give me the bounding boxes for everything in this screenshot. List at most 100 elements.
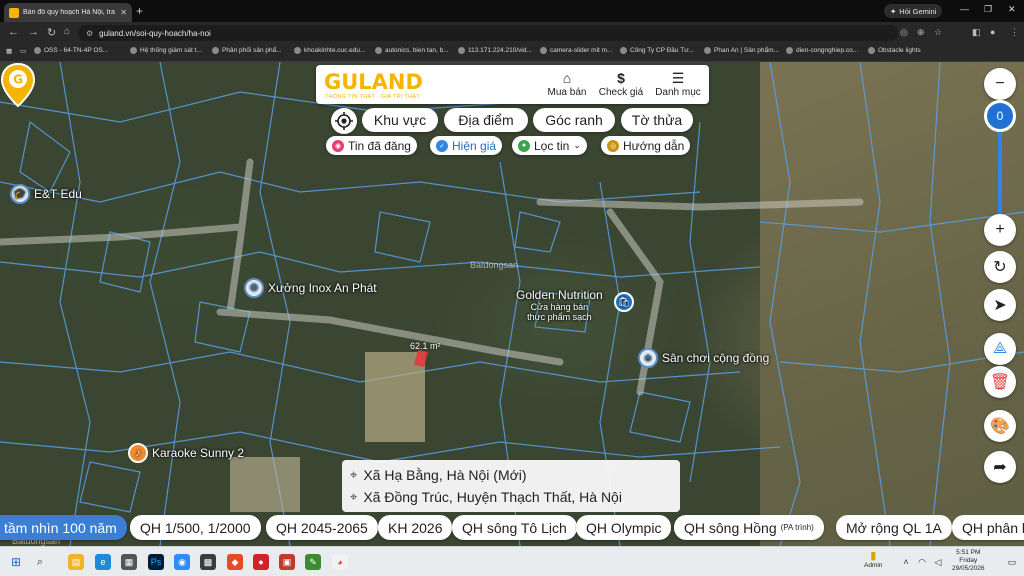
tray-chevron-icon[interactable]: ˄ [898,554,914,570]
app-icon[interactable]: ● [253,554,269,570]
poi-san-choi[interactable]: ♣ Sân chơi cộng đồng [638,348,769,368]
more-menu-icon[interactable]: ⋮ [1010,27,1019,38]
bookmark-item[interactable]: 113.171.224.210/vid... [458,47,532,54]
apps-icon[interactable]: ▦ [6,47,12,55]
plan-olympic[interactable]: QH Olympic [576,515,672,540]
filter-hien-gia[interactable]: ✓ Hiện giá [430,136,503,155]
zoom-out-button[interactable]: − [984,68,1016,100]
refresh-button[interactable]: ↻ [984,251,1016,283]
app-icon[interactable]: ▦ [121,554,137,570]
poi-karaoke[interactable]: ♪ Karaoke Sunny 2 [128,443,244,463]
share-button[interactable]: ➦ [984,451,1016,483]
location-pin-icon[interactable]: G [0,62,36,108]
gemini-button[interactable]: ✦ Hỏi Gemini [884,4,943,18]
bookmark-item[interactable]: Phan An | Sản phẩm... [704,47,779,54]
poi-shop-marker[interactable]: 🛍 [614,292,634,312]
filter-icon: ● [518,139,530,152]
delete-button[interactable]: 🗑 [984,366,1016,398]
bookmark-item[interactable]: Obstacle lights [868,47,921,54]
photoshop-icon[interactable]: Ps [148,554,164,570]
restore-icon[interactable]: ❐ [984,4,992,15]
search-icon[interactable]: ⌕ [32,554,48,570]
browser-tab[interactable]: Bản đồ quy hoạch Hà Nội, tra c... ✕ [4,3,132,22]
bookmark-item[interactable]: autonics, bien tan, b... [375,47,449,54]
tab-dia-diem[interactable]: Địa điểm [444,108,528,132]
bookmark-item[interactable]: khoakinhte.cuc.edu... [294,47,365,54]
filter-tin-da-dang[interactable]: ◉ Tin đã đăng [326,136,417,155]
app-icon[interactable]: ✎ [305,554,321,570]
zoom-slider-knob[interactable]: 0 [984,100,1016,132]
notification-icon[interactable]: ▭ [1004,554,1020,570]
bookmark-item[interactable]: camera-slider mit m... [540,47,612,54]
park-icon: ♣ [638,348,658,368]
microphone-icon: ♪ [128,443,148,463]
site-info-icon[interactable]: ⚙ [86,29,93,38]
close-window-icon[interactable]: ✕ [1008,4,1016,15]
factory-icon: ⚙ [244,278,264,298]
bookmark-star-icon[interactable]: ☆ [934,27,942,38]
nav-danh-muc[interactable]: ☰ Danh mục [652,70,704,98]
minimize-icon[interactable]: — [960,4,969,14]
tab-to-thua[interactable]: Tờ thửa [621,108,693,132]
close-tab-icon[interactable]: ✕ [120,8,127,17]
zoom-slider-track[interactable] [998,118,1002,218]
nav-check-gia[interactable]: $ Check giá [595,70,647,98]
map-pin-icon: ⌖ [350,489,358,504]
zoom-app-icon[interactable]: ◉ [174,554,190,570]
back-icon[interactable]: ← [8,26,19,38]
system-clock[interactable]: 5:51 PM Friday 29/05/2026 [952,549,985,573]
tab-khu-vuc[interactable]: Khu vực [362,108,438,132]
eye-off-icon[interactable]: ◎ [900,27,908,38]
app-icon[interactable]: ◆ [227,554,243,570]
guland-header: GULAND THÔNG TIN THẬT - GIÁ TRỊ THẬT ⌂ M… [316,65,709,104]
filter-huong-dan[interactable]: ◎ Hướng dẫn [601,136,691,155]
bookmark-item[interactable]: Hệ thống giám sát t... [130,47,202,54]
plan-qh-phan-lo[interactable]: QH phân l [952,515,1024,540]
extensions-icon[interactable]: ◧ [972,27,981,38]
folder-icon[interactable]: ▭ [20,47,26,55]
plan-song-to-lich[interactable]: QH sông Tô Lịch [452,515,577,540]
file-explorer-icon[interactable]: ▤ [68,554,84,570]
measure-button[interactable]: ⟁ [984,333,1016,365]
edge-icon[interactable]: e [95,554,111,570]
chrome-icon[interactable]: ◕ [332,554,348,570]
chevron-down-icon: ⌄ [573,140,581,150]
filter-loc-tin[interactable]: ● Lọc tin ⌄ [512,136,587,155]
bookmark-item[interactable]: Công Ty CP Đầu Tư... [620,47,694,54]
calculator-icon[interactable]: ▩ [200,554,216,570]
map-pin-icon: ⌖ [350,467,358,482]
plan-mo-rong-ql1a[interactable]: Mở rộng QL 1A [836,515,952,540]
zoom-in-button[interactable]: + [984,214,1016,246]
profile-icon[interactable]: ● [990,27,995,37]
plan-song-hong[interactable]: QH sông Hồng (PA trình) [674,515,824,540]
address-bar[interactable]: ⚙ guland.vn/soi-quy-hoach/ha-noi [78,25,898,41]
poi-xuong-inox[interactable]: ⚙ Xưởng Inox An Phát [244,278,377,298]
plan-qh-1-500[interactable]: QH 1/500, 1/2000 [130,515,261,540]
volume-icon[interactable]: ◁ [930,554,946,570]
bookmark-item[interactable]: Phân phối sản phẩ... [212,47,282,54]
plan-tam-nhin[interactable]: tầm nhìn 100 năm [0,515,127,540]
plan-qh-2045[interactable]: QH 2045-2065 [266,515,378,540]
zoom-icon[interactable]: ⊕ [917,27,925,38]
forward-icon[interactable]: → [28,26,39,38]
home-icon[interactable]: ⌂ [64,26,70,37]
wifi-icon[interactable]: ◠ [914,554,930,570]
navigate-button[interactable]: ➤ [984,289,1016,321]
poi-et-edu[interactable]: 🎓 E&T Edu [10,184,82,204]
new-tab-icon[interactable]: + [136,4,143,18]
refresh-icon: ↻ [993,259,1007,276]
color-palette-button[interactable]: 🎨 [984,410,1016,442]
windows-start-icon[interactable]: ⊞ [8,554,24,570]
reload-icon[interactable]: ↻ [47,26,56,39]
plan-kh-2026[interactable]: KH 2026 [378,515,453,540]
my-location-button[interactable] [331,108,357,134]
nav-mua-ban[interactable]: ⌂ Mua bán [541,70,593,98]
navigation-arrow-icon: ➤ [993,297,1007,314]
poi-golden-nutrition[interactable]: Golden Nutrition Cửa hàng bán thực phẩm … [516,288,603,322]
bookmark-item[interactable]: dien-congnghiep.co... [786,47,858,54]
app-icon[interactable]: ▣ [279,554,295,570]
user-account[interactable]: ▮ Admin [864,549,882,569]
bookmark-item[interactable]: OSS - 64-TN-4P OS... [34,47,108,54]
guland-logo[interactable]: GULAND [324,70,423,94]
tab-goc-ranh[interactable]: Góc ranh [533,108,615,132]
